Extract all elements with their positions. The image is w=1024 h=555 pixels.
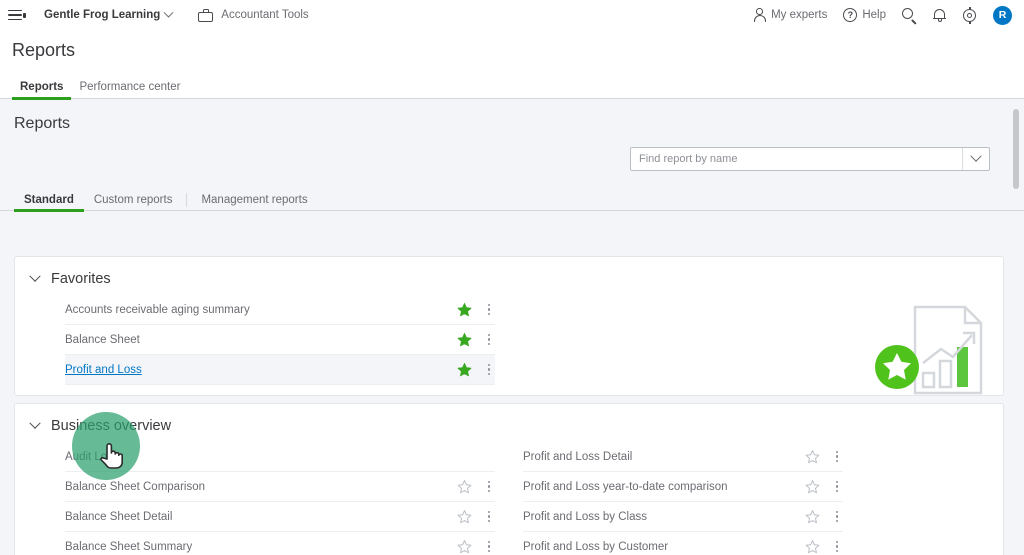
report-row[interactable]: Audit Log <box>65 442 495 472</box>
report-name-link[interactable]: Audit Log <box>65 451 457 463</box>
secondary-tab-bar: Standard Custom reports Management repor… <box>0 189 1024 212</box>
business-overview-right-column: Profit and Loss Detail Profit and Loss ye… <box>509 442 1003 555</box>
help-label: Help <box>862 9 886 21</box>
business-overview-left-column: Audit Log Balance Sheet Comparison Balance… <box>15 442 509 555</box>
row-more-menu-button[interactable] <box>483 480 495 493</box>
accountant-tools-button[interactable]: Accountant Tools <box>198 8 309 22</box>
row-more-menu-button[interactable] <box>831 510 843 523</box>
business-overview-section-card: Business overview Audit Log Balance Sheet… <box>14 403 1004 555</box>
hamburger-menu-icon[interactable] <box>8 8 26 22</box>
chevron-down-icon[interactable] <box>29 270 41 282</box>
report-name-link[interactable]: Balance Sheet <box>65 334 457 346</box>
tab-standard[interactable]: Standard <box>14 194 84 212</box>
find-report-search[interactable] <box>630 147 990 171</box>
row-more-menu-button[interactable] <box>483 333 495 346</box>
report-name-link[interactable]: Balance Sheet Detail <box>65 511 457 523</box>
star-outline-icon[interactable] <box>805 479 820 494</box>
my-experts-label: My experts <box>771 9 828 21</box>
tab-performance-center[interactable]: Performance center <box>71 81 188 99</box>
help-button[interactable]: ? Help <box>843 8 886 22</box>
company-name-label: Gentle Frog Learning <box>44 9 161 21</box>
reports-favorites-illustration <box>875 305 983 395</box>
row-more-menu-button[interactable] <box>831 540 843 553</box>
row-more-menu-button[interactable] <box>831 450 843 463</box>
star-filled-icon[interactable] <box>457 302 472 317</box>
top-bar-actions: My experts ? Help R <box>753 5 1012 25</box>
scrollbar-thumb[interactable] <box>1013 109 1019 189</box>
report-row[interactable]: Balance Sheet <box>65 325 495 355</box>
page-body: Reports Standard Custom reports Manageme… <box>0 99 1024 555</box>
report-name-link[interactable]: Balance Sheet Summary <box>65 541 457 553</box>
favorites-section-header[interactable]: Favorites <box>15 270 1003 287</box>
star-outline-icon[interactable] <box>805 449 820 464</box>
row-more-menu-button[interactable] <box>483 510 495 523</box>
question-circle-icon: ? <box>843 8 858 22</box>
company-switcher[interactable]: Gentle Frog Learning <box>44 7 174 21</box>
report-row[interactable]: Balance Sheet Detail <box>65 502 495 532</box>
row-more-menu-button[interactable] <box>483 540 495 553</box>
report-row[interactable]: Accounts receivable aging summary <box>65 295 495 325</box>
person-icon <box>753 8 766 22</box>
business-overview-section-header[interactable]: Business overview <box>15 417 1003 434</box>
favorites-section-card: Favorites Accounts receivable aging summ… <box>14 256 1004 396</box>
page-title: Reports <box>12 40 76 60</box>
chevron-down-icon <box>163 7 174 18</box>
star-outline-icon[interactable] <box>805 539 820 554</box>
business-overview-columns: Audit Log Balance Sheet Comparison Balance… <box>15 442 1003 555</box>
business-overview-section-title: Business overview <box>51 418 172 434</box>
star-placeholder <box>457 449 472 464</box>
favorites-left-column: Accounts receivable aging summary Balance… <box>15 295 509 385</box>
report-name-link[interactable]: Profit and Loss Detail <box>523 451 805 463</box>
row-more-menu-button[interactable] <box>483 303 495 316</box>
row-more-menu-button[interactable] <box>831 480 843 493</box>
star-filled-icon[interactable] <box>457 332 472 347</box>
report-name-link[interactable]: Profit and Loss <box>65 364 457 376</box>
gear-icon[interactable] <box>962 6 977 24</box>
search-input[interactable] <box>631 148 962 170</box>
favorites-section-title: Favorites <box>51 271 111 287</box>
search-dropdown-button[interactable] <box>962 148 989 170</box>
star-outline-icon[interactable] <box>805 509 820 524</box>
row-more-menu-button[interactable] <box>483 363 495 376</box>
user-avatar[interactable]: R <box>993 5 1012 25</box>
bell-icon[interactable] <box>933 8 946 23</box>
star-outline-icon[interactable] <box>457 479 472 494</box>
accountant-tools-label: Accountant Tools <box>221 9 309 21</box>
top-navigation-bar: Gentle Frog Learning Accountant Tools My… <box>0 0 1024 30</box>
reports-heading: Reports <box>14 115 71 132</box>
tab-reports[interactable]: Reports <box>12 81 72 100</box>
report-row[interactable]: Balance Sheet Comparison <box>65 472 495 502</box>
tab-custom-reports[interactable]: Custom reports <box>84 194 183 211</box>
star-outline-icon[interactable] <box>457 539 472 554</box>
briefcase-icon <box>198 8 214 22</box>
report-row[interactable]: Profit and Loss by Class <box>523 502 843 532</box>
tab-divider <box>186 193 188 207</box>
my-experts-button[interactable]: My experts <box>753 8 827 22</box>
primary-tab-bar: Reports Performance center <box>0 77 1024 100</box>
report-name-link[interactable]: Profit and Loss by Customer <box>523 541 805 553</box>
report-row[interactable]: Profit and Loss <box>65 355 495 385</box>
report-row[interactable]: Profit and Loss by Customer <box>523 532 843 555</box>
search-icon[interactable] <box>902 7 917 24</box>
tab-management-reports[interactable]: Management reports <box>191 194 317 211</box>
star-outline-icon[interactable] <box>457 509 472 524</box>
vertical-scrollbar[interactable] <box>1012 101 1020 554</box>
chevron-down-icon <box>970 150 982 162</box>
report-sections-scroll-area[interactable]: Favorites Accounts receivable aging summ… <box>0 249 1024 555</box>
report-name-link[interactable]: Balance Sheet Comparison <box>65 481 457 493</box>
report-name-link[interactable]: Accounts receivable aging summary <box>65 304 457 316</box>
report-name-link[interactable]: Profit and Loss year-to-date comparison <box>523 481 805 493</box>
star-filled-icon[interactable] <box>457 362 472 377</box>
report-row[interactable]: Profit and Loss year-to-date comparison <box>523 472 843 502</box>
favorites-columns: Accounts receivable aging summary Balance… <box>15 295 1003 385</box>
report-row[interactable]: Balance Sheet Summary <box>65 532 495 555</box>
search-row <box>0 133 1024 171</box>
chevron-down-icon[interactable] <box>29 417 41 429</box>
report-name-link[interactable]: Profit and Loss by Class <box>523 511 805 523</box>
report-row[interactable]: Profit and Loss Detail <box>523 442 843 472</box>
